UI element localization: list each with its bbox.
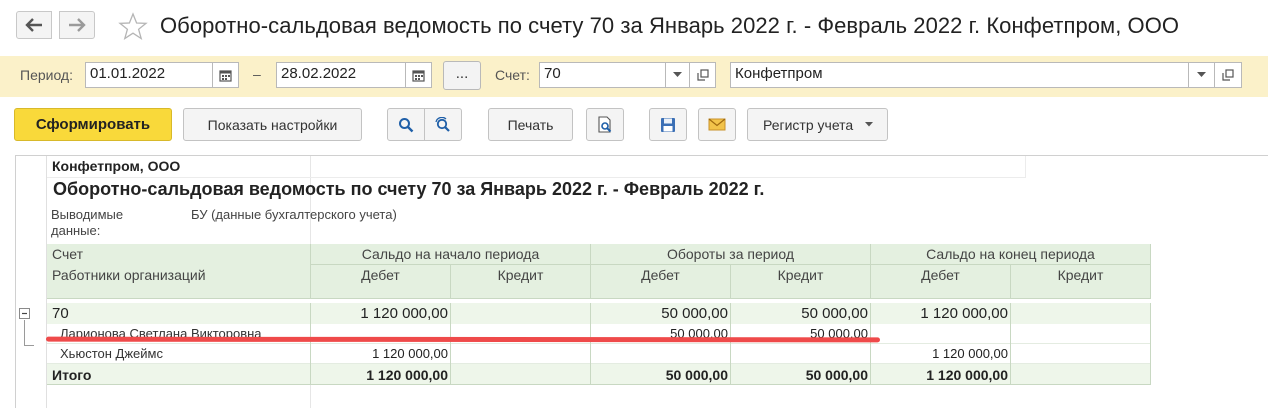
cell-opening-debit: 1 120 000,00 bbox=[372, 346, 448, 361]
grid-line bbox=[450, 303, 451, 385]
search-button-group bbox=[387, 108, 462, 141]
search-button[interactable] bbox=[388, 109, 425, 140]
grid-line bbox=[1010, 303, 1011, 385]
total-closing-debit: 1 120 000,00 bbox=[926, 367, 1008, 383]
chevron-down-icon bbox=[865, 122, 874, 127]
output-label-line2: данные: bbox=[51, 223, 101, 238]
total-turnover-credit: 50 000,00 bbox=[805, 367, 868, 383]
header-closing-debit: Дебет bbox=[871, 265, 1011, 299]
grid-line bbox=[1150, 303, 1151, 385]
report-header-divider bbox=[310, 156, 311, 246]
arrow-right-icon bbox=[69, 18, 86, 32]
date-to-input[interactable]: 28.02.2022 bbox=[276, 62, 406, 88]
report-org-right-border bbox=[1025, 156, 1026, 178]
tree-line bbox=[24, 320, 25, 346]
header-closing-balance: Сальдо на конец периода bbox=[871, 244, 1151, 265]
tree-line bbox=[24, 345, 34, 346]
period-dash: – bbox=[253, 66, 261, 82]
accounting-register-label: Регистр учета bbox=[763, 116, 854, 133]
search-icon bbox=[399, 117, 414, 132]
account-label: Счет: bbox=[495, 67, 530, 83]
account-open-button[interactable] bbox=[689, 62, 716, 88]
show-settings-button[interactable]: Показать настройки bbox=[183, 108, 362, 141]
highlight-underline bbox=[45, 336, 881, 343]
header-turnover-debit: Дебет bbox=[591, 265, 731, 299]
total-turnover-debit: 50 000,00 bbox=[665, 367, 728, 383]
chevron-down-icon bbox=[1197, 72, 1206, 77]
minus-icon bbox=[22, 312, 27, 315]
cell-turnover-credit: 50 000,00 bbox=[801, 305, 868, 322]
organization-input[interactable]: Конфетпром bbox=[730, 62, 1189, 88]
save-disk-icon bbox=[661, 117, 675, 132]
report-org-underline bbox=[47, 177, 1025, 178]
cell-closing-debit: 1 120 000,00 bbox=[920, 305, 1008, 322]
header-opening-balance: Сальдо на начало периода bbox=[311, 244, 591, 265]
forward-button[interactable] bbox=[59, 11, 95, 39]
header-turnover-credit: Кредит bbox=[731, 265, 871, 299]
chevron-down-icon bbox=[673, 72, 682, 77]
header-opening-debit: Дебет bbox=[311, 265, 451, 299]
window-title: Оборотно-сальдовая ведомость по счету 70… bbox=[160, 13, 1180, 38]
print-preview-icon bbox=[598, 115, 612, 133]
period-label: Период: bbox=[20, 67, 73, 83]
calendar-icon bbox=[412, 69, 425, 82]
cell-closing-debit: 1 120 000,00 bbox=[932, 346, 1008, 361]
header-employees: Работники организаций bbox=[47, 265, 311, 299]
organization-open-button[interactable] bbox=[1214, 62, 1242, 88]
calendar-icon bbox=[219, 69, 232, 82]
date-from-calendar-button[interactable] bbox=[212, 62, 239, 88]
date-from-input[interactable]: 01.01.2022 bbox=[85, 62, 213, 88]
report-heading: Оборотно-сальдовая ведомость по счету 70… bbox=[53, 179, 765, 199]
back-button[interactable] bbox=[16, 11, 52, 39]
generate-button[interactable]: Сформировать bbox=[14, 108, 172, 141]
save-button[interactable] bbox=[649, 108, 687, 141]
header-account: Счет bbox=[47, 244, 311, 265]
favorite-star-icon[interactable] bbox=[118, 12, 148, 40]
output-value: БУ (данные бухгалтерского учета) bbox=[191, 207, 397, 222]
arrow-left-icon bbox=[25, 18, 42, 32]
open-window-icon bbox=[696, 69, 709, 81]
open-window-icon bbox=[1222, 69, 1234, 81]
send-email-button[interactable] bbox=[698, 108, 736, 141]
header-turnover: Обороты за период bbox=[591, 244, 871, 265]
header-opening-credit: Кредит bbox=[451, 265, 591, 299]
output-label-line1: Выводимые bbox=[51, 207, 124, 222]
table-row-employee: Хьюстон Джеймс bbox=[60, 346, 163, 361]
date-to-calendar-button[interactable] bbox=[405, 62, 432, 88]
period-select-button[interactable]: ... bbox=[443, 61, 481, 90]
organization-dropdown-button[interactable] bbox=[1188, 62, 1215, 88]
print-preview-button[interactable] bbox=[586, 108, 624, 141]
cell-turnover-debit: 50 000,00 bbox=[661, 305, 728, 322]
group-collapse-toggle[interactable] bbox=[19, 308, 30, 319]
search-next-button[interactable] bbox=[425, 109, 461, 140]
search-refresh-icon bbox=[435, 116, 450, 132]
table-total-label: Итого bbox=[52, 367, 92, 383]
envelope-icon bbox=[708, 118, 726, 131]
total-opening-debit: 1 120 000,00 bbox=[366, 367, 448, 383]
report-footer-divider bbox=[310, 384, 311, 408]
header-closing-credit: Кредит bbox=[1011, 265, 1151, 299]
report-organization: Конфетпром, ООО bbox=[52, 158, 181, 174]
account-input[interactable]: 70 bbox=[539, 62, 666, 88]
cell-opening-debit: 1 120 000,00 bbox=[360, 305, 448, 322]
print-button[interactable]: Печать bbox=[488, 108, 573, 141]
account-dropdown-button[interactable] bbox=[665, 62, 690, 88]
table-row-account: 70 bbox=[52, 305, 69, 322]
accounting-register-button[interactable]: Регистр учета bbox=[747, 108, 888, 141]
